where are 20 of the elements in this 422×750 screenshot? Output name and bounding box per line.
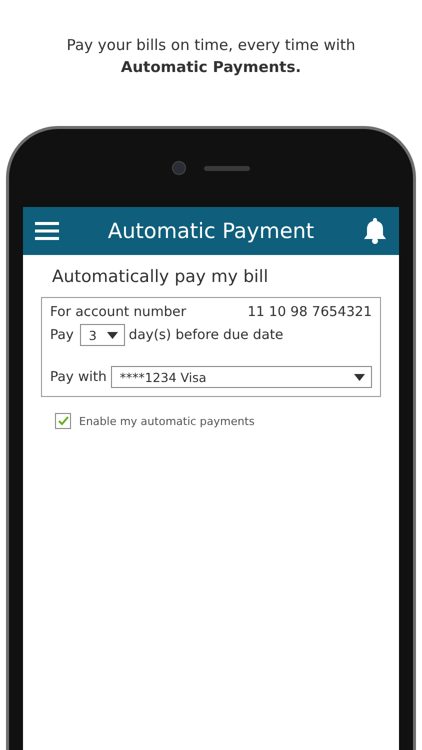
header-title: Automatic Payment [106,219,316,243]
bell-icon[interactable] [363,218,387,244]
account-label: For account number [50,304,186,320]
days-suffix: day(s) before due date [128,327,284,343]
enable-checkbox[interactable] [55,413,71,429]
pay-with-label: Pay with [50,369,107,385]
pay-label: Pay [50,327,74,343]
card-dropdown[interactable]: ****1234 Visa [110,366,372,388]
caption-text: Pay your bills on time, every time with [66,35,356,56]
enable-label: Enable my automatic payments [79,414,255,428]
days-dropdown[interactable]: 3 [80,324,125,346]
caret-icon [106,332,118,338]
account-number: 11 10 98 7654321 [247,304,372,320]
caption-emphasis: Automatic Payments. [120,57,302,78]
caret-icon [354,374,365,380]
section-heading: Automatically pay my bill [52,267,270,287]
check-icon [58,416,68,426]
menu-icon[interactable] [35,222,59,240]
speaker-icon [204,166,250,170]
camera-icon [172,161,186,175]
